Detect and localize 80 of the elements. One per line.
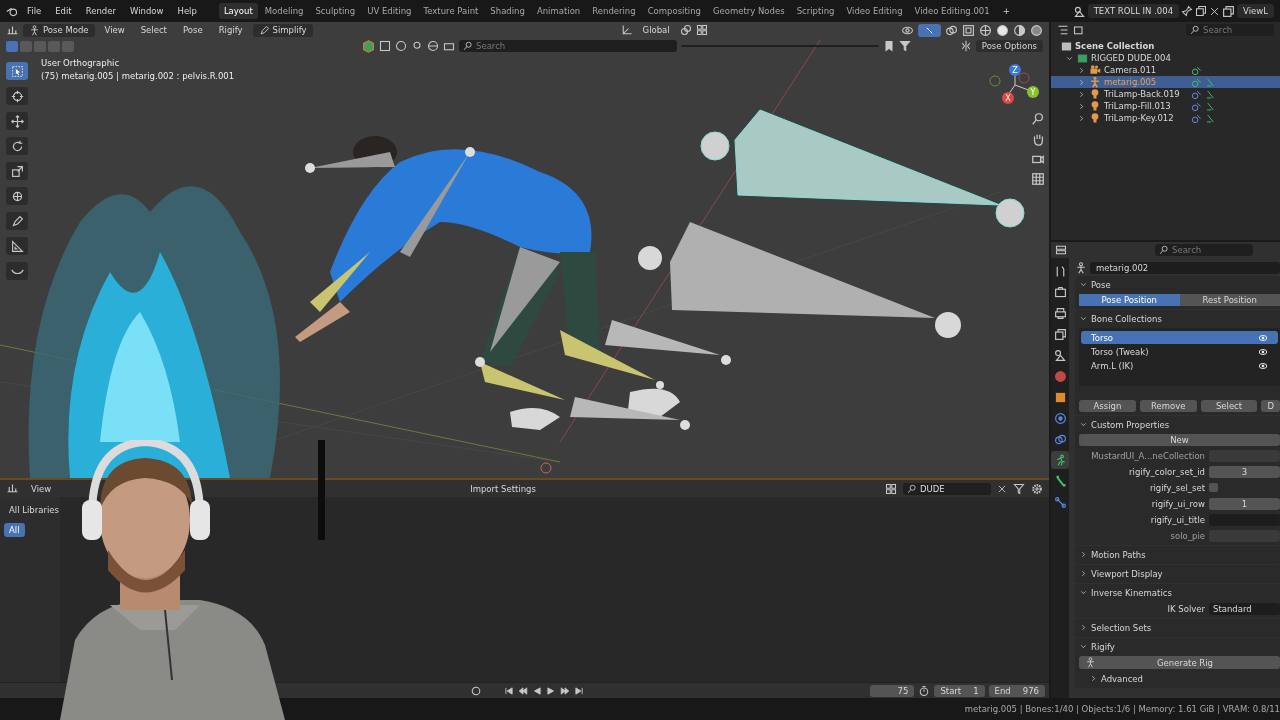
outliner-row[interactable]: TriLamp-Fill.013 <box>1051 100 1280 112</box>
menu-item[interactable]: Pose <box>176 24 209 36</box>
property-label: MustardUI_A...neCollection <box>1090 450 1205 461</box>
orientation-dropdown[interactable]: Global <box>636 24 676 36</box>
panel-title[interactable]: Selection Sets <box>1091 622 1152 633</box>
bone-collection-item[interactable]: Torso <box>1081 331 1278 344</box>
current-frame-field[interactable]: 75 <box>870 684 915 697</box>
workspace-tab[interactable]: Geometry Nodes <box>707 3 790 19</box>
bone-collection-button[interactable]: Select <box>1200 400 1258 412</box>
active-bone-info: (75) metarig.005 | metarig.002 : pelvis.R.001 <box>41 71 235 81</box>
workspace-tab[interactable]: Texture Paint <box>418 3 484 19</box>
workspace-tab[interactable]: Modeling <box>259 3 309 19</box>
tree-item[interactable]: RIGGED DUDE.004 <box>1091 53 1171 63</box>
menu-item[interactable]: Help <box>171 4 203 18</box>
outliner-search-field[interactable]: Search <box>1186 24 1274 36</box>
property-label: rigify_color_set_id <box>1128 466 1205 477</box>
tree-item[interactable]: Scene Collection <box>1075 41 1155 51</box>
start-frame-field[interactable]: Start 1 <box>934 684 985 697</box>
ik-solver-dropdown[interactable]: Standard <box>1209 602 1280 615</box>
property-label: solo_pie <box>1169 530 1205 541</box>
view-layer-field[interactable]: ViewL <box>1237 4 1274 18</box>
menu-item[interactable]: View <box>25 482 58 495</box>
menu-item[interactable]: View <box>98 24 131 36</box>
menu-item[interactable]: File <box>21 4 48 18</box>
workspace-tab[interactable]: Shading <box>485 3 530 19</box>
workspace-tab[interactable]: Video Editing <box>841 3 908 19</box>
menu-item[interactable]: Window <box>123 4 170 18</box>
number-field[interactable]: 1 <box>1209 497 1280 510</box>
pose-position-toggle[interactable]: Rest Position <box>1179 294 1280 306</box>
workspace-tab[interactable]: Rendering <box>587 3 641 19</box>
new-property-button[interactable]: New <box>1079 434 1280 446</box>
panel-title[interactable]: Rigify <box>1091 641 1115 652</box>
add-workspace-button[interactable]: + <box>996 4 1016 18</box>
workspace-tab[interactable]: UV Editing <box>362 3 417 19</box>
workspace-tab[interactable]: Sculpting <box>310 3 361 19</box>
workspace-tab[interactable]: Compositing <box>642 3 706 19</box>
bone-collection-button[interactable]: Remove <box>1139 400 1197 412</box>
menu-item[interactable]: Rigify <box>212 24 249 36</box>
asset-search-field[interactable]: DUDE <box>903 482 991 495</box>
scene-field[interactable]: TEXT ROLL IN .004 <box>1087 4 1180 18</box>
panel-title[interactable]: Motion Paths <box>1091 549 1146 560</box>
property-label: rigify_ui_row <box>1150 498 1205 509</box>
menu-item[interactable]: Edit <box>49 4 78 18</box>
bone-collection-button[interactable]: Assign <box>1079 400 1136 412</box>
bone-collection-item[interactable]: Arm.L (IK) <box>1081 359 1278 372</box>
workspace-tab[interactable]: Layout <box>218 3 258 19</box>
status-text: metarig.005 | Bones:1/40 | Objects:1/6 | Memory: 1.61 GiB | VRAM: 0.8/11 <box>964 704 1280 714</box>
number-field[interactable]: 3 <box>1209 465 1280 478</box>
outliner-row[interactable]: Camera.011 <box>1051 64 1280 76</box>
end-frame-field[interactable]: End 976 <box>988 684 1045 697</box>
import-settings-dropdown[interactable]: Import Settings <box>464 482 542 495</box>
menu-item[interactable]: Select <box>134 24 173 36</box>
library-item[interactable]: All Libraries <box>4 503 64 517</box>
view-name: User Orthographic <box>41 58 121 68</box>
property-label: IK Solver <box>1166 603 1205 614</box>
mode-dropdown[interactable]: Pose Mode <box>23 23 95 37</box>
simplify-button[interactable]: Simplify <box>252 23 313 37</box>
panel-title[interactable]: Pose <box>1091 279 1111 290</box>
menu-item[interactable]: Render <box>79 4 122 18</box>
outliner-row[interactable]: TriLamp-Back.019 <box>1051 88 1280 100</box>
workspace-tab[interactable]: Scripting <box>791 3 840 19</box>
navigation-gizmo[interactable]: Z Y X <box>989 64 1039 104</box>
panel-title[interactable]: Advanced <box>1101 673 1143 684</box>
search-field[interactable]: Search <box>459 40 677 52</box>
workspace-tab[interactable]: Animation <box>531 3 586 19</box>
property-label: rigify_ui_title <box>1149 514 1205 525</box>
pose-position-toggle[interactable]: Pose Position <box>1079 294 1180 306</box>
panel-title[interactable]: Inverse Kinematics <box>1091 587 1172 598</box>
properties-search-field[interactable]: Search <box>1155 244 1253 256</box>
bone-collection-item[interactable]: Torso (Tweak) <box>1081 345 1278 358</box>
panel-title[interactable]: Custom Properties <box>1091 419 1170 430</box>
library-item[interactable]: All <box>4 523 25 537</box>
outliner-row[interactable]: TriLamp-Key.012 <box>1051 112 1280 124</box>
bone-collection-button[interactable]: D <box>1261 400 1280 412</box>
panel-title[interactable]: Bone Collections <box>1091 313 1162 324</box>
property-label: rigify_sel_set <box>1149 482 1205 493</box>
armature-name-field[interactable]: metarig.002 <box>1090 261 1280 274</box>
pose-options-dropdown[interactable]: Pose Options <box>975 40 1043 52</box>
workspace-tab[interactable]: Video Editing.001 <box>909 3 995 19</box>
generate-rig-button[interactable]: Generate Rig <box>1079 656 1280 669</box>
